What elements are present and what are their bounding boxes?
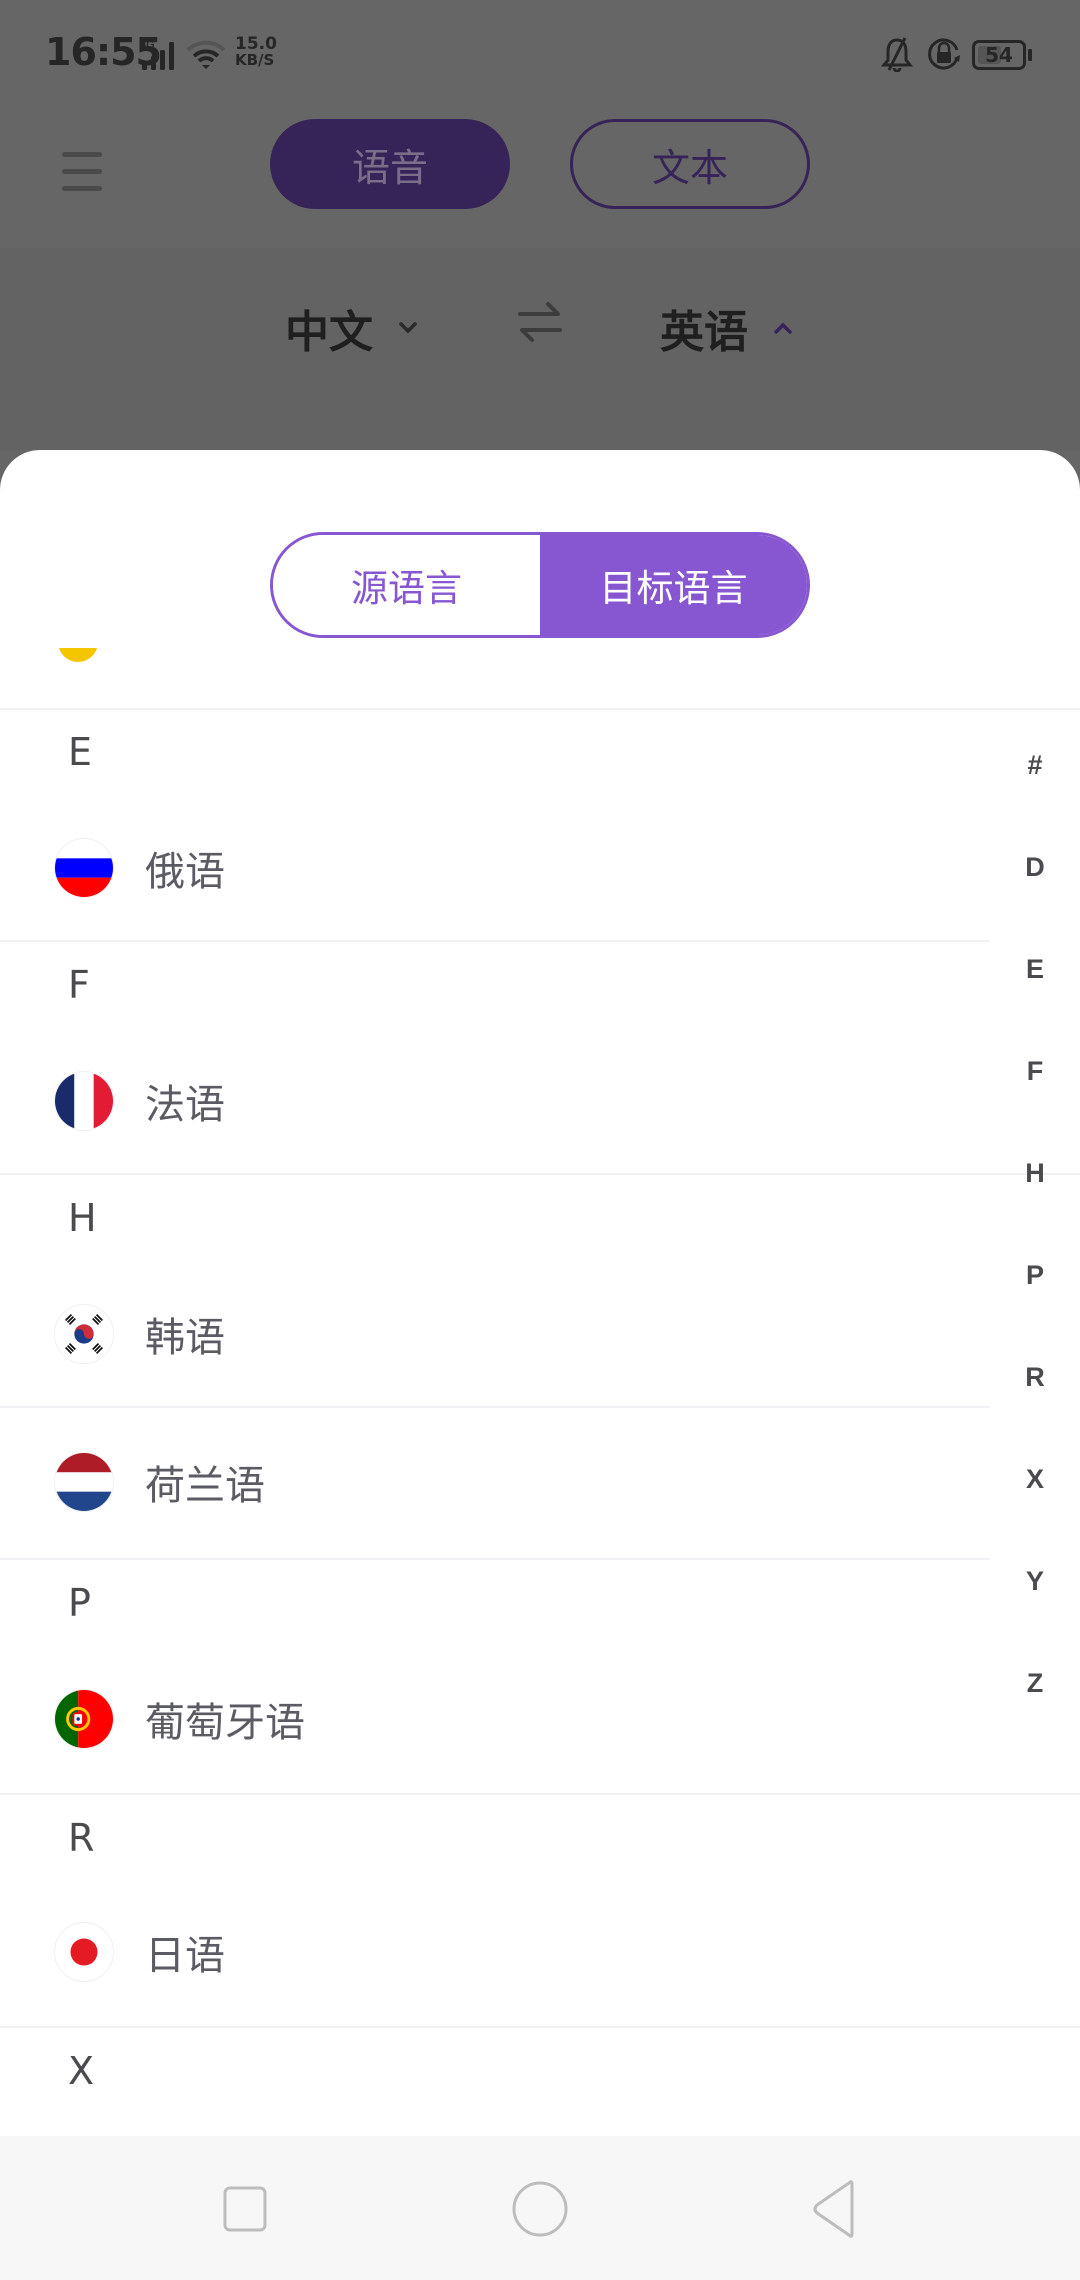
square-icon xyxy=(223,2186,267,2232)
network-type: 4G xyxy=(140,39,155,51)
language-item-dutch[interactable]: 荷兰语 xyxy=(0,1422,990,1542)
language-label: 俄语 xyxy=(145,849,225,895)
swap-arrows-icon[interactable] xyxy=(516,298,564,346)
target-language-segment[interactable]: 目标语言 xyxy=(540,535,807,635)
index-letter[interactable]: Z xyxy=(1005,1668,1065,1699)
index-letter[interactable]: P xyxy=(1005,1260,1065,1291)
chevron-down-icon xyxy=(399,322,417,334)
network-speed-unit: KB/S xyxy=(235,51,275,69)
system-nav-bar xyxy=(0,2136,1080,2280)
index-letter[interactable]: # xyxy=(1005,750,1065,781)
chevron-up-icon xyxy=(774,322,792,334)
section-header-x: X xyxy=(68,2049,95,2093)
language-list[interactable]: E 俄语 F 法语 H 韩语 荷兰语 P 葡萄牙语 R 日语 X xyxy=(0,638,1080,2136)
battery-icon: 54 xyxy=(958,40,1036,70)
language-label: 韩语 xyxy=(145,1315,225,1361)
russia-flag-icon xyxy=(54,838,114,898)
language-type-segmented-control: 源语言 目标语言 xyxy=(270,532,810,638)
language-label: 法语 xyxy=(145,1082,225,1128)
source-language-segment[interactable]: 源语言 xyxy=(273,535,540,635)
alphabet-index-bar[interactable]: # D E F H P R X Y Z xyxy=(1005,740,1065,1750)
signal-icon: 4G xyxy=(140,39,174,70)
back-button[interactable] xyxy=(800,2174,870,2244)
index-letter[interactable]: E xyxy=(1005,954,1065,985)
target-language-label: 英语 xyxy=(660,307,748,358)
index-letter[interactable]: X xyxy=(1005,1464,1065,1495)
hamburger-menu-icon[interactable] xyxy=(60,140,104,200)
section-header-h: H xyxy=(68,1196,97,1240)
source-language-label: 中文 xyxy=(285,307,373,358)
divider xyxy=(0,1793,1080,1795)
rotation-lock-icon xyxy=(928,38,960,70)
network-speed-value: 15.0 xyxy=(235,34,277,54)
language-item-russian[interactable]: 俄语 xyxy=(0,808,990,928)
netherlands-flag-icon xyxy=(54,1452,114,1512)
divider xyxy=(0,1406,990,1408)
portugal-flag-icon xyxy=(54,1689,114,1749)
divider xyxy=(0,2026,1080,2028)
divider xyxy=(0,1173,1080,1175)
language-label: 葡萄牙语 xyxy=(145,1700,305,1746)
index-letter[interactable]: Y xyxy=(1005,1566,1065,1597)
language-item-korean[interactable]: 韩语 xyxy=(0,1274,990,1394)
index-letter[interactable]: R xyxy=(1005,1362,1065,1393)
index-letter[interactable]: F xyxy=(1005,1056,1065,1087)
language-bar: 中文 英语 xyxy=(0,248,1080,450)
section-header-e: E xyxy=(68,730,93,774)
section-header-r: R xyxy=(68,1816,95,1860)
bell-muted-icon xyxy=(880,37,914,72)
language-label: 荷兰语 xyxy=(145,1463,265,1509)
france-flag-icon xyxy=(54,1071,114,1131)
battery-level: 54 xyxy=(985,43,1013,67)
text-mode-tab[interactable]: 文本 xyxy=(570,119,810,209)
divider xyxy=(0,1558,990,1560)
index-letter[interactable]: H xyxy=(1005,1158,1065,1189)
voice-mode-tab[interactable]: 语音 xyxy=(270,119,510,209)
language-label: 日语 xyxy=(145,1933,225,1979)
divider xyxy=(0,708,1080,710)
south-korea-flag-icon xyxy=(54,1304,114,1364)
network-speed: 15.0 KB/S xyxy=(235,34,277,69)
section-header-f: F xyxy=(68,963,90,1007)
language-item-french[interactable]: 法语 xyxy=(0,1041,990,1161)
divider xyxy=(0,940,990,942)
language-item-japanese[interactable]: 日语 xyxy=(0,1892,990,2012)
index-letter[interactable]: D xyxy=(1005,852,1065,883)
circle-icon xyxy=(512,2181,568,2237)
wifi-icon xyxy=(186,40,226,69)
section-header-p: P xyxy=(68,1581,91,1625)
language-picker-sheet: 源语言 目标语言 E 俄语 F 法语 H 韩语 荷兰语 P 葡萄牙语 R 日语 … xyxy=(0,450,1080,2136)
triangle-back-icon xyxy=(813,2180,854,2238)
source-language-selector[interactable]: 中文 xyxy=(285,296,421,360)
language-item-portuguese[interactable]: 葡萄牙语 xyxy=(0,1659,990,1779)
japan-flag-icon xyxy=(54,1922,114,1982)
flag-icon xyxy=(58,648,98,662)
status-bar: 16:55 4G 15.0 KB/S 54 xyxy=(0,0,1080,110)
recent-apps-button[interactable] xyxy=(210,2174,280,2244)
home-button[interactable] xyxy=(505,2174,575,2244)
target-language-selector[interactable]: 英语 xyxy=(660,296,796,360)
app-header: 语音 文本 xyxy=(0,110,1080,248)
